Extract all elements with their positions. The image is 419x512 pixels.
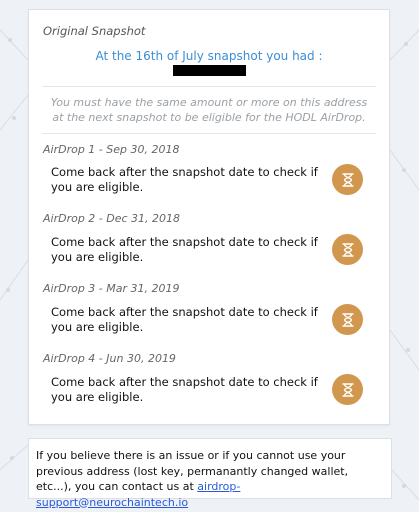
support-info-box: If you believe there is an issue or if y… (28, 438, 392, 509)
airdrop-2-header: AirDrop 2 - Dec 31, 2018 (43, 212, 181, 225)
airdrop-3-message: Come back after the snapshot date to che… (51, 305, 318, 334)
airdrop-4-message: Come back after the snapshot date to che… (51, 375, 318, 404)
airdrop-2-status (332, 234, 363, 265)
airdrop-3-status (332, 304, 363, 335)
airdrop-4-header: AirDrop 4 - Jun 30, 2019 (43, 352, 176, 365)
hourglass-icon (341, 312, 354, 327)
hourglass-icon (341, 172, 354, 187)
card-title: Original Snapshot (43, 24, 146, 38)
snapshot-card: Original Snapshot At the 16th of July sn… (28, 9, 390, 425)
airdrop-4-status (332, 374, 363, 405)
eligibility-notice: You must have the same amount or more on… (50, 96, 368, 124)
airdrop-1-status (332, 164, 363, 195)
airdrop-3-header: AirDrop 3 - Mar 31, 2019 (43, 282, 180, 295)
snapshot-date-text: At the 16th of July snapshot you had : (95, 49, 323, 63)
airdrop-1-header: AirDrop 1 - Sep 30, 2018 (43, 143, 180, 156)
support-message: If you believe there is an issue or if y… (36, 449, 349, 493)
airdrop-1-message: Come back after the snapshot date to che… (51, 165, 318, 194)
airdrop-2-message: Come back after the snapshot date to che… (51, 235, 318, 264)
divider (42, 133, 376, 134)
hourglass-icon (341, 242, 354, 257)
divider (42, 86, 376, 87)
redacted-balance (173, 65, 246, 76)
hourglass-icon (341, 382, 354, 397)
support-text: If you believe there is an issue or if y… (36, 448, 386, 510)
